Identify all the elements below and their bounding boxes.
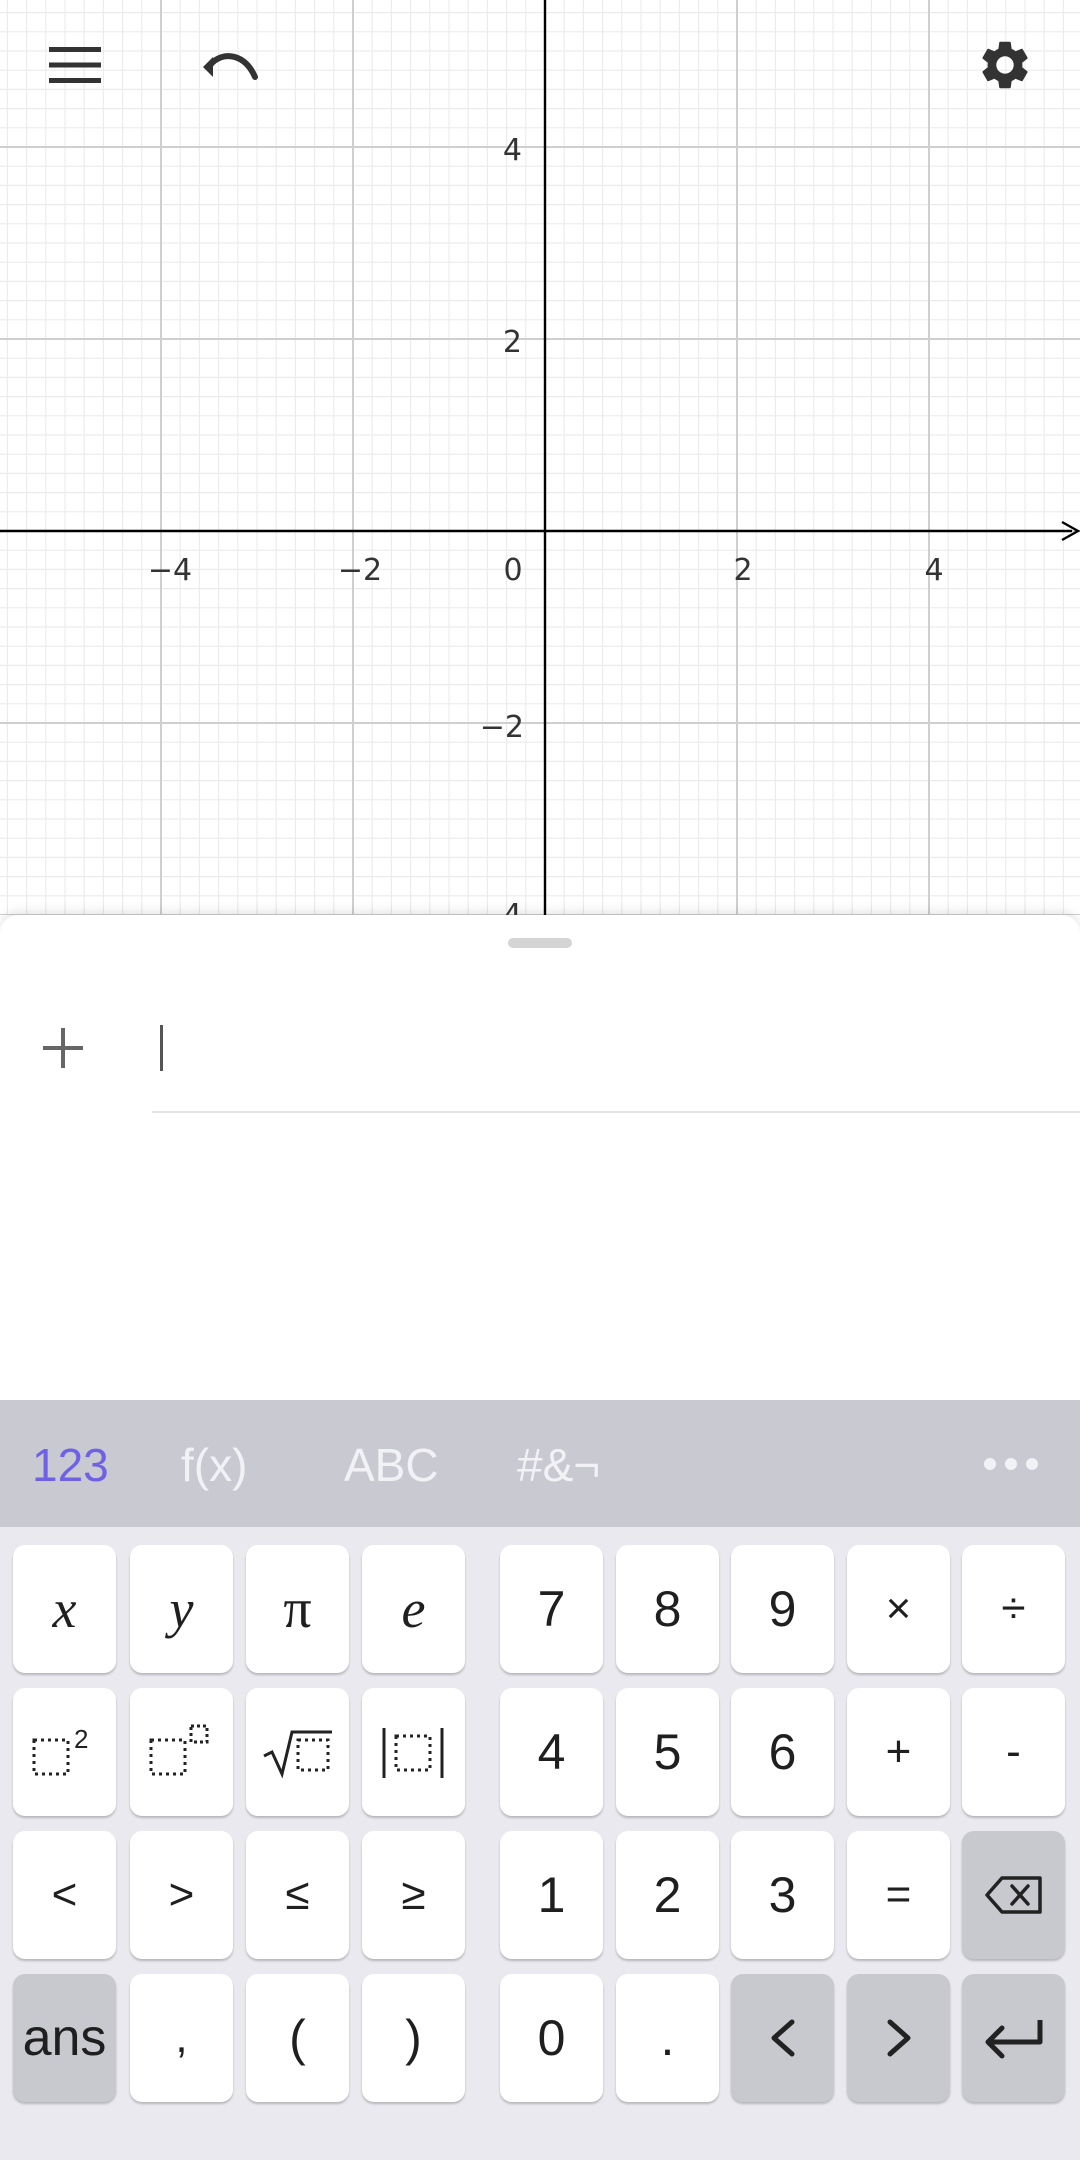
tab-abc[interactable]: ABC: [344, 1430, 439, 1500]
key-9[interactable]: 9: [731, 1545, 834, 1673]
key-plus[interactable]: +: [847, 1688, 950, 1816]
drag-handle[interactable]: [508, 938, 572, 948]
tab-functions[interactable]: f(x): [181, 1430, 247, 1500]
key-less-than[interactable]: <: [13, 1831, 116, 1959]
add-item-button[interactable]: [30, 1015, 96, 1081]
x-tick-label: −4: [148, 553, 192, 588]
algebra-input[interactable]: [152, 1019, 1068, 1079]
key-ans[interactable]: ans: [13, 1974, 116, 2102]
undo-icon: [203, 53, 258, 80]
menu-button[interactable]: [30, 20, 120, 110]
x-tick-label: 4: [924, 553, 943, 588]
y-tick-label: 2: [503, 325, 522, 360]
graph-canvas[interactable]: −4 −2 0 2 4 4 2 −2 4: [0, 0, 1080, 915]
key-pi[interactable]: π: [246, 1545, 349, 1673]
key-comma[interactable]: ,: [130, 1974, 233, 2102]
key-0[interactable]: 0: [500, 1974, 603, 2102]
key-square[interactable]: 2: [13, 1688, 116, 1816]
svg-text:2: 2: [74, 1724, 88, 1754]
key-divide[interactable]: ÷: [962, 1545, 1065, 1673]
origin-label: 0: [503, 553, 522, 588]
key-x[interactable]: x: [13, 1545, 116, 1673]
key-3[interactable]: 3: [731, 1831, 834, 1959]
cursor-left-key[interactable]: [731, 1974, 834, 2102]
key-2[interactable]: 2: [616, 1831, 719, 1959]
left-arrow-icon: [771, 2019, 794, 2057]
key-equals[interactable]: =: [847, 1831, 950, 1959]
abs-template-icon: [382, 1728, 443, 1778]
graphics-view[interactable]: −4 −2 0 2 4 4 2 −2 4: [0, 0, 1080, 915]
plus-icon: [43, 1028, 83, 1068]
y-tick-label: 4: [503, 898, 522, 915]
undo-button[interactable]: [184, 20, 274, 110]
key-greater-equal[interactable]: ≥: [362, 1831, 465, 1959]
algebra-input-row[interactable]: [152, 1015, 1080, 1113]
tab-symbols[interactable]: #&¬: [517, 1430, 600, 1500]
y-tick-label: 4: [503, 133, 522, 168]
gear-icon: [982, 41, 1028, 89]
key-power[interactable]: [130, 1688, 233, 1816]
sqrt-template-icon: [262, 1730, 332, 1779]
key-8[interactable]: 8: [616, 1545, 719, 1673]
backspace-icon: [984, 1876, 1042, 1914]
x-tick-label: −2: [338, 553, 382, 588]
hamburger-menu-icon: [49, 47, 101, 83]
key-minus[interactable]: -: [962, 1688, 1065, 1816]
key-y[interactable]: y: [130, 1545, 233, 1673]
math-keyboard: 123 f(x) ABC #&¬ x y π e 7 8 9 × ÷ 2 4 5…: [0, 1400, 1080, 2160]
keyboard-tab-bar: 123 f(x) ABC #&¬: [0, 1400, 1080, 1527]
key-sqrt[interactable]: [246, 1688, 349, 1816]
power-template-icon: [149, 1724, 208, 1776]
x-tick-label: 2: [733, 553, 752, 588]
key-5[interactable]: 5: [616, 1688, 719, 1816]
key-4[interactable]: 4: [500, 1688, 603, 1816]
key-multiply[interactable]: ×: [847, 1545, 950, 1673]
key-open-paren[interactable]: (: [246, 1974, 349, 2102]
key-less-equal[interactable]: ≤: [246, 1831, 349, 1959]
key-e[interactable]: e: [362, 1545, 465, 1673]
y-tick-label: −2: [480, 710, 524, 745]
key-1[interactable]: 1: [500, 1831, 603, 1959]
cursor-right-key[interactable]: [847, 1974, 950, 2102]
key-6[interactable]: 6: [731, 1688, 834, 1816]
key-7[interactable]: 7: [500, 1545, 603, 1673]
key-abs[interactable]: [362, 1688, 465, 1816]
enter-icon: [985, 2020, 1042, 2059]
tab-123[interactable]: 123: [32, 1430, 109, 1500]
square-template-icon: 2: [32, 1724, 88, 1776]
major-grid: [0, 0, 1080, 915]
more-dots-icon: [984, 1458, 1038, 1470]
right-arrow-icon: [887, 2019, 910, 2057]
settings-button[interactable]: [960, 20, 1050, 110]
more-button[interactable]: [976, 1444, 1046, 1484]
key-greater-than[interactable]: >: [130, 1831, 233, 1959]
key-decimal[interactable]: .: [616, 1974, 719, 2102]
enter-key[interactable]: [962, 1974, 1065, 2102]
key-close-paren[interactable]: ): [362, 1974, 465, 2102]
algebra-panel: [0, 915, 1080, 1400]
backspace-key[interactable]: [962, 1831, 1065, 1959]
